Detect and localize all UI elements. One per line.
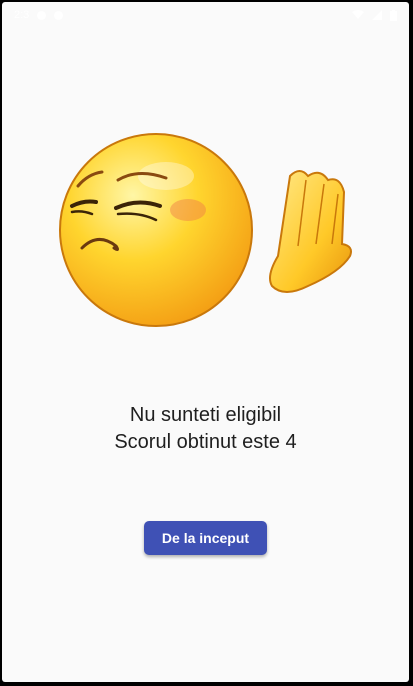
app-screen: 2:3 Nu sunteti eligibil Scorul obtinut e… xyxy=(2,2,409,682)
settings-dot-icon xyxy=(37,10,47,20)
notification-dot-icon xyxy=(54,10,64,20)
restart-button[interactable]: De la inceput xyxy=(144,521,267,555)
status-left: 2:3 xyxy=(14,9,64,21)
status-right xyxy=(352,9,397,21)
result-message: Nu sunteti eligibil Scorul obtinut este … xyxy=(2,402,409,456)
unimpressed-emoji-hand-icon xyxy=(59,133,352,327)
signal-icon xyxy=(372,10,382,20)
status-time: 2:3 xyxy=(14,9,30,21)
eligibility-text: Nu sunteti eligibil xyxy=(129,404,282,426)
wifi-icon xyxy=(352,10,364,19)
score-text: Scorul obtinut este 4 xyxy=(114,431,297,453)
status-bar: 2:3 xyxy=(2,2,409,28)
battery-icon xyxy=(390,9,397,21)
